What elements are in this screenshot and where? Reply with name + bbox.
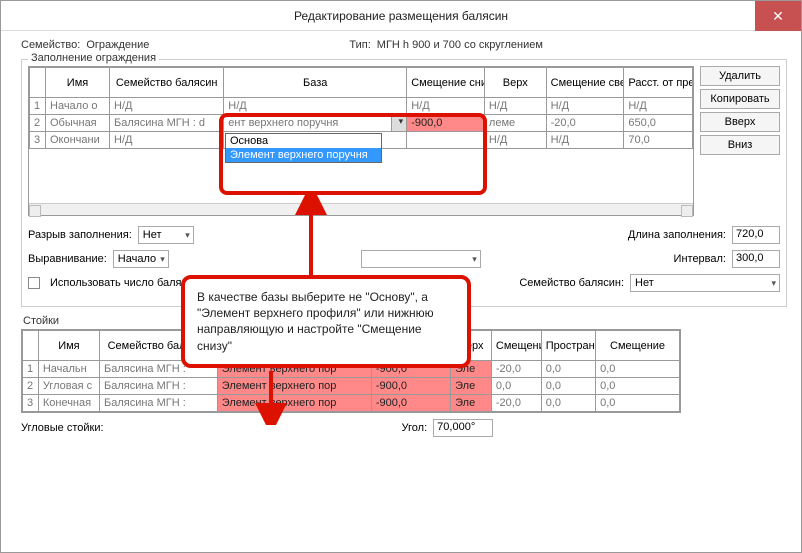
- col-dist: Расст. от предыдуш: [624, 68, 693, 98]
- length-field[interactable]: 720,0: [732, 226, 780, 244]
- extra-select[interactable]: [361, 250, 481, 268]
- dropdown-option-selected[interactable]: Элемент верхнего поручня: [226, 148, 381, 162]
- length-label: Длина заполнения:: [628, 229, 726, 241]
- interval-label: Интервал:: [674, 253, 726, 265]
- interval-field[interactable]: 300,0: [732, 250, 780, 268]
- dropdown-option[interactable]: Основа: [226, 134, 381, 148]
- angle-field[interactable]: 70,000°: [433, 419, 493, 437]
- use-count-checkbox[interactable]: [28, 277, 40, 289]
- annotation-callout: В качестве базы выберите не "Основу", а …: [181, 275, 471, 368]
- copy-button[interactable]: Копировать: [700, 89, 780, 109]
- window-title: Редактирование размещения балясин: [294, 9, 508, 23]
- family-label: Семейство:: [21, 39, 80, 51]
- titlebar: Редактирование размещения балясин ✕: [1, 1, 801, 31]
- col-name: Имя: [46, 68, 110, 98]
- h-scrollbar[interactable]: [29, 203, 693, 215]
- fill-fieldset: Заполнение ограждения Имя Семейство баля…: [21, 59, 787, 307]
- col-top: Верх: [484, 68, 546, 98]
- family-value: Ограждение: [86, 39, 149, 51]
- angle-label: Угол:: [402, 422, 428, 434]
- base-dropdown-list[interactable]: Основа Элемент верхнего поручня: [225, 133, 382, 163]
- fill-legend: Заполнение ограждения: [28, 52, 159, 64]
- header-row: Семейство: Ограждение Тип: МГН h 900 и 7…: [21, 39, 787, 51]
- close-icon: ✕: [772, 8, 784, 25]
- table-row[interactable]: 3 Конечная Балясина МГН : Элемент верхне…: [23, 395, 680, 412]
- type-label: Тип:: [349, 39, 370, 51]
- col-offset-top: Смещение сверху: [546, 68, 624, 98]
- baluster-family-select[interactable]: Нет: [630, 274, 780, 292]
- up-button[interactable]: Вверх: [700, 112, 780, 132]
- col-base: База: [224, 68, 407, 98]
- down-button[interactable]: Вниз: [700, 135, 780, 155]
- dialog-window: Редактирование размещения балясин ✕ Семе…: [0, 0, 802, 553]
- break-select[interactable]: Нет: [138, 226, 194, 244]
- close-button[interactable]: ✕: [755, 1, 801, 31]
- table-row[interactable]: 2 Угловая с Балясина МГН : Элемент верхн…: [23, 378, 680, 395]
- baluster-family-label: Семейство балясин:: [519, 277, 624, 289]
- col-family: Семейство балясин: [110, 68, 224, 98]
- align-select[interactable]: Начало: [113, 250, 169, 268]
- align-label: Выравнивание:: [28, 253, 107, 265]
- corner-posts-label: Угловые стойки:: [21, 422, 104, 434]
- col-offset-bottom: Смещение снизу: [407, 68, 485, 98]
- table-row[interactable]: 1 Начало о Н/Д Н/Д Н/Д Н/Д Н/Д Н/Д: [30, 98, 693, 115]
- table-row[interactable]: 2 Обычная Балясина МГН : d ент верхнего …: [30, 115, 693, 132]
- type-value: МГН h 900 и 700 со скруглением: [377, 39, 543, 51]
- delete-button[interactable]: Удалить: [700, 66, 780, 86]
- break-label: Разрыв заполнения:: [28, 229, 132, 241]
- base-dropdown[interactable]: ент верхнего поручня: [224, 115, 407, 132]
